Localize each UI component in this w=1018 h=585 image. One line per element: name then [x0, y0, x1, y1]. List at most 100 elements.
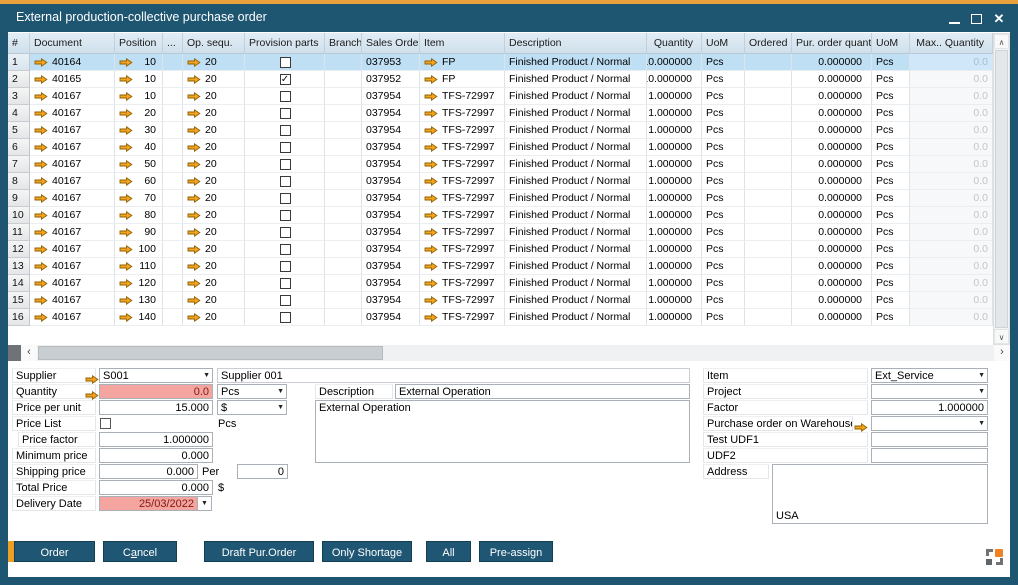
link-arrow-icon[interactable] [34, 58, 48, 67]
cell-num[interactable]: 14 [8, 275, 30, 292]
provision-parts-checkbox[interactable] [280, 210, 291, 221]
link-arrow-icon[interactable] [187, 109, 201, 118]
vertical-scrollbar[interactable]: ∧ ∨ [993, 33, 1010, 345]
table-row[interactable]: 8401676020037954TFS-72997Finished Produc… [8, 173, 993, 190]
column-header-sales_order[interactable]: Sales Order [362, 33, 420, 54]
table-row[interactable]: 2401651020✓037952FPFinished Product / No… [8, 71, 993, 88]
resize-grip-icon[interactable] [986, 549, 1003, 565]
cell-num[interactable]: 6 [8, 139, 30, 156]
column-header-dots[interactable]: ... [163, 33, 183, 54]
cancel-button[interactable]: Cancel [103, 541, 177, 562]
link-arrow-icon[interactable] [34, 109, 48, 118]
cell-provision[interactable] [245, 292, 325, 309]
factor-field[interactable]: 1.000000 [871, 400, 988, 415]
provision-parts-checkbox[interactable] [280, 193, 291, 204]
scroll-down-button[interactable]: ∨ [994, 329, 1009, 344]
cell-num[interactable]: 1 [8, 54, 30, 71]
link-arrow-icon[interactable] [424, 228, 438, 237]
vertical-scroll-thumb[interactable] [995, 50, 1008, 328]
price-per-unit-field[interactable]: 15.000 [99, 400, 213, 415]
table-row[interactable]: 134016711020037954TFS-72997Finished Prod… [8, 258, 993, 275]
table-row[interactable]: 9401677020037954TFS-72997Finished Produc… [8, 190, 993, 207]
provision-parts-checkbox[interactable] [280, 125, 291, 136]
table-row[interactable]: 4401672020037954TFS-72997Finished Produc… [8, 105, 993, 122]
link-arrow-icon[interactable] [187, 194, 201, 203]
cell-provision[interactable] [245, 275, 325, 292]
link-arrow-icon[interactable] [34, 245, 48, 254]
table-row[interactable]: 10401678020037954TFS-72997Finished Produ… [8, 207, 993, 224]
per-quantity-field[interactable]: 0 [237, 464, 288, 479]
quantity-link-arrow-icon[interactable] [85, 387, 99, 396]
link-arrow-icon[interactable] [34, 160, 48, 169]
link-arrow-icon[interactable] [187, 296, 201, 305]
project-select[interactable]: ▼ [871, 384, 988, 399]
column-header-quantity[interactable]: Quantity [647, 33, 702, 54]
link-arrow-icon[interactable] [187, 245, 201, 254]
table-row[interactable]: 11401679020037954TFS-72997Finished Produ… [8, 224, 993, 241]
cell-provision[interactable] [245, 241, 325, 258]
link-arrow-icon[interactable] [34, 228, 48, 237]
column-header-item[interactable]: Item [420, 33, 505, 54]
table-row[interactable]: 6401674020037954TFS-72997Finished Produc… [8, 139, 993, 156]
scroll-up-button[interactable]: ∧ [994, 34, 1009, 49]
link-arrow-icon[interactable] [119, 177, 133, 186]
link-arrow-icon[interactable] [119, 211, 133, 220]
link-arrow-icon[interactable] [424, 262, 438, 271]
provision-parts-checkbox[interactable] [280, 57, 291, 68]
link-arrow-icon[interactable] [119, 194, 133, 203]
link-arrow-icon[interactable] [187, 126, 201, 135]
link-arrow-icon[interactable] [187, 143, 201, 152]
link-arrow-icon[interactable] [424, 58, 438, 67]
table-row[interactable]: 164016714020037954TFS-72997Finished Prod… [8, 309, 993, 326]
cell-num[interactable]: 11 [8, 224, 30, 241]
delivery-date-field[interactable]: 25/03/2022 [99, 496, 198, 511]
supplier-select[interactable]: S001▼ [99, 368, 213, 383]
link-arrow-icon[interactable] [34, 313, 48, 322]
link-arrow-icon[interactable] [119, 126, 133, 135]
provision-parts-checkbox[interactable] [280, 244, 291, 255]
item-select[interactable]: Ext_Service▼ [871, 368, 988, 383]
scroll-left-button[interactable]: ‹ [21, 345, 37, 361]
remarks-textarea[interactable]: External Operation [315, 400, 690, 463]
link-arrow-icon[interactable] [187, 262, 201, 271]
cell-provision[interactable] [245, 122, 325, 139]
table-row[interactable]: 7401675020037954TFS-72997Finished Produc… [8, 156, 993, 173]
scrollbar-grip[interactable] [8, 345, 21, 361]
minimize-button[interactable] [946, 8, 964, 30]
column-header-position[interactable]: Position [115, 33, 163, 54]
cell-provision[interactable]: ✓ [245, 71, 325, 88]
link-arrow-icon[interactable] [187, 177, 201, 186]
pre-assign-button[interactable]: Pre-assign [479, 541, 553, 562]
link-arrow-icon[interactable] [187, 228, 201, 237]
price-list-checkbox[interactable] [100, 418, 111, 429]
delivery-date-dropdown-button[interactable]: ▼ [198, 496, 212, 511]
supplier-link-arrow-icon[interactable] [85, 371, 99, 380]
draft-pur-order-button[interactable]: Draft Pur.Order [204, 541, 314, 562]
link-arrow-icon[interactable] [119, 279, 133, 288]
provision-parts-checkbox[interactable] [280, 295, 291, 306]
cell-provision[interactable] [245, 156, 325, 173]
link-arrow-icon[interactable] [187, 279, 201, 288]
link-arrow-icon[interactable] [424, 75, 438, 84]
link-arrow-icon[interactable] [119, 262, 133, 271]
maximize-button[interactable] [968, 8, 986, 30]
table-row[interactable]: 3401671020037954TFS-72997Finished Produc… [8, 88, 993, 105]
link-arrow-icon[interactable] [424, 194, 438, 203]
provision-parts-checkbox[interactable] [280, 159, 291, 170]
provision-parts-checkbox[interactable] [280, 142, 291, 153]
link-arrow-icon[interactable] [119, 245, 133, 254]
provision-parts-checkbox[interactable] [280, 261, 291, 272]
horizontal-scroll-thumb[interactable] [38, 346, 383, 360]
cell-num[interactable]: 5 [8, 122, 30, 139]
total-price-field[interactable]: 0.000 [99, 480, 213, 495]
link-arrow-icon[interactable] [119, 143, 133, 152]
link-arrow-icon[interactable] [424, 126, 438, 135]
quantity-uom-select[interactable]: Pcs▼ [217, 384, 287, 399]
link-arrow-icon[interactable] [424, 211, 438, 220]
table-row[interactable]: 1401641020037953FPFinished Product / Nor… [8, 54, 993, 71]
shipping-price-field[interactable]: 0.000 [99, 464, 198, 479]
cell-num[interactable]: 15 [8, 292, 30, 309]
provision-parts-checkbox[interactable] [280, 227, 291, 238]
link-arrow-icon[interactable] [424, 245, 438, 254]
link-arrow-icon[interactable] [34, 75, 48, 84]
